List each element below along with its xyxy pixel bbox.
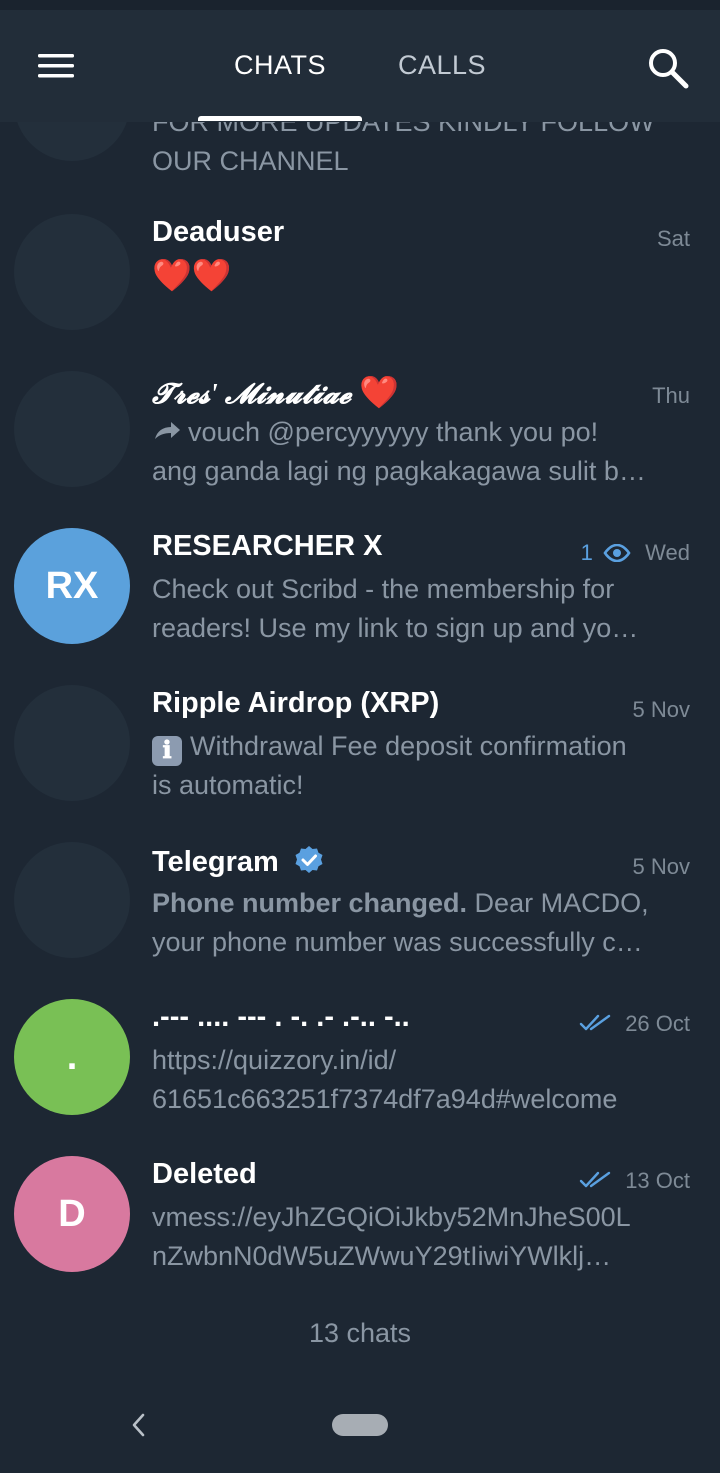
double-check-icon bbox=[579, 1014, 611, 1031]
telegram-app: FOR MORE UPDATES KINDLY FOLLOW OUR CHANN… bbox=[0, 0, 720, 1473]
menu-icon bbox=[38, 54, 74, 78]
tab-calls[interactable]: CALLS bbox=[382, 50, 502, 90]
message-line-2: 61651c663251f7374df7a94d#welcome bbox=[152, 1084, 618, 1114]
chat-row-tres-minutiae[interactable]: 𝓣𝓻𝓮𝓼' 𝓜𝓲𝓷𝓾𝓽𝓲𝓪𝓮 ❤️ Thu vouch @percyyyyyy … bbox=[0, 357, 720, 514]
message-line-1: vouch @percyyyyyy thank you po! bbox=[152, 413, 692, 452]
chat-meta: 26 Oct bbox=[579, 1011, 690, 1037]
avatar bbox=[14, 685, 130, 801]
chat-message: ℹ Withdrawal Fee deposit confirmation is … bbox=[152, 727, 692, 805]
chat-name: Ripple Airdrop (XRP) bbox=[152, 687, 440, 719]
chat-name: Deleted bbox=[152, 1158, 257, 1190]
message-line-2: nZwbnN0dW5uZWwuY29tIiwiYWlklj… bbox=[152, 1241, 612, 1271]
eye-icon bbox=[603, 543, 631, 563]
message-text: Withdrawal Fee deposit confirmation bbox=[190, 731, 627, 761]
chat-row-deleted[interactable]: D Deleted 13 Oct vmess://eyJhZGQiOiJkby5… bbox=[0, 1142, 720, 1299]
views-count: 1 bbox=[580, 540, 593, 565]
chat-date: Wed bbox=[645, 540, 690, 565]
message-line-1: https://quizzory.in/id/ bbox=[152, 1045, 397, 1075]
chat-name: RESEARCHER X bbox=[152, 530, 383, 562]
chat-list[interactable]: FOR MORE UPDATES KINDLY FOLLOW OUR CHANN… bbox=[0, 0, 720, 1473]
message-line-2: is automatic! bbox=[152, 770, 304, 800]
chat-row-telegram[interactable]: Telegram 5 Nov Phone number changed. Dea… bbox=[0, 828, 720, 985]
chat-message: Check out Scribd - the membership for re… bbox=[152, 570, 692, 648]
active-tab-indicator bbox=[198, 116, 362, 121]
avatar bbox=[14, 842, 130, 958]
chat-name: Deaduser bbox=[152, 216, 285, 248]
chat-name: 𝓣𝓻𝓮𝓼' 𝓜𝓲𝓷𝓾𝓽𝓲𝓪𝓮 ❤️ bbox=[152, 373, 399, 411]
chat-name: Telegram bbox=[152, 844, 325, 879]
avatar: . bbox=[14, 999, 130, 1115]
avatar: RX bbox=[14, 528, 130, 644]
search-button[interactable] bbox=[644, 40, 700, 96]
avatar: D bbox=[14, 1156, 130, 1272]
tab-chats[interactable]: CHATS bbox=[220, 50, 340, 90]
message-line-2: ang ganda lagi ng pagkakagawa sulit b… bbox=[152, 456, 646, 486]
chat-date: 26 Oct bbox=[625, 1011, 690, 1036]
message-line-2: your phone number was successfully c… bbox=[152, 927, 643, 957]
chat-meta: 13 Oct bbox=[579, 1168, 690, 1194]
message-line-1: Phone number changed. Dear MACDO, bbox=[152, 884, 692, 923]
menu-button[interactable] bbox=[26, 40, 86, 92]
avatar-initials: D bbox=[58, 1192, 86, 1235]
system-home-pill[interactable] bbox=[332, 1414, 388, 1436]
message-line-1: Check out Scribd - the membership for bbox=[152, 574, 615, 604]
message-line-1: vmess://eyJhZGQiOiJkby52MnJheS00L bbox=[152, 1202, 631, 1232]
avatar bbox=[14, 371, 130, 487]
search-icon bbox=[649, 49, 689, 89]
chat-row-morse[interactable]: . .--- .... --- . -. .- .-.. -.. 26 Oct … bbox=[0, 985, 720, 1142]
message-line-1: ℹ Withdrawal Fee deposit confirmation bbox=[152, 727, 692, 766]
chat-message: vouch @percyyyyyy thank you po! ang gand… bbox=[152, 413, 692, 491]
message-line-2: OUR CHANNEL bbox=[152, 146, 349, 176]
forward-icon bbox=[155, 422, 180, 439]
chat-name: .--- .... --- . -. .- .-.. -.. bbox=[152, 1001, 410, 1033]
avatar-initials: . bbox=[66, 1035, 78, 1078]
tab-calls-label: CALLS bbox=[397, 50, 487, 80]
message-bold-text: Phone number changed. bbox=[152, 888, 468, 918]
chat-meta: 1 Wed bbox=[581, 540, 690, 566]
chat-message: Phone number changed. Dear MACDO, your p… bbox=[152, 884, 692, 962]
chat-message: ❤️❤️ bbox=[152, 256, 692, 295]
system-back-button[interactable] bbox=[124, 1410, 154, 1440]
message-line-2: readers! Use my link to sign up and yo… bbox=[152, 613, 639, 643]
top-app-bar: CHATS CALLS bbox=[0, 10, 720, 122]
avatar bbox=[14, 214, 130, 330]
heart-emoji: ❤️ bbox=[359, 374, 400, 410]
chat-message: vmess://eyJhZGQiOiJkby52MnJheS00L nZwbnN… bbox=[152, 1198, 692, 1276]
tab-chats-label: CHATS bbox=[233, 50, 326, 80]
chat-date: Sat bbox=[656, 226, 690, 251]
message-text: Dear MACDO, bbox=[467, 888, 649, 918]
chat-date: Thu bbox=[652, 383, 690, 408]
chat-date: 5 Nov bbox=[632, 854, 690, 879]
chat-row-deaduser[interactable]: Deaduser Sat ❤️❤️ bbox=[0, 200, 720, 357]
back-icon bbox=[132, 1413, 145, 1437]
double-check-icon bbox=[579, 1171, 611, 1188]
chat-name-text: 𝓣𝓻𝓮𝓼' 𝓜𝓲𝓷𝓾𝓽𝓲𝓪𝓮 bbox=[152, 379, 352, 410]
chat-name-text: Telegram bbox=[152, 846, 279, 878]
chat-message: https://quizzory.in/id/ 61651c663251f737… bbox=[152, 1041, 692, 1119]
message-line-1: ❤️❤️ bbox=[152, 257, 232, 293]
chat-row-ripple-airdrop[interactable]: Ripple Airdrop (XRP) 5 Nov ℹ Withdrawal F… bbox=[0, 671, 720, 828]
chat-count: 13 chats bbox=[308, 1318, 412, 1348]
avatar-initials: RX bbox=[45, 564, 99, 607]
message-text: vouch @percyyyyyy thank you po! bbox=[188, 417, 599, 447]
info-icon: ℹ bbox=[152, 736, 182, 766]
chat-date: 13 Oct bbox=[625, 1168, 690, 1193]
chat-row-researcher-x[interactable]: RX RESEARCHER X 1 Wed Check out Scribd -… bbox=[0, 514, 720, 671]
verified-icon bbox=[295, 846, 323, 873]
chat-date: 5 Nov bbox=[632, 697, 690, 722]
